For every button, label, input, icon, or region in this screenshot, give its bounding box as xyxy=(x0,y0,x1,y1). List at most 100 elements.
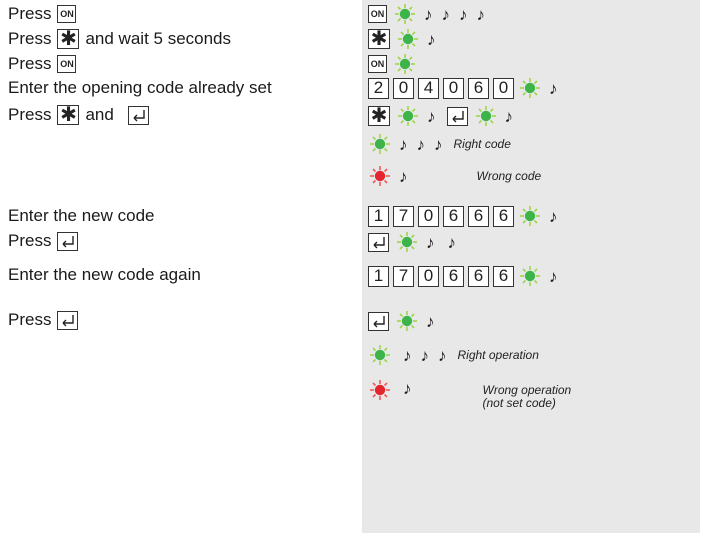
beep-note-icon: ♪ xyxy=(426,232,435,252)
enter-key xyxy=(368,232,389,252)
beep-note-icon: ♪ xyxy=(441,4,451,24)
wrong-operation-line2: (not set code) xyxy=(482,396,556,410)
green-led-icon xyxy=(398,106,418,126)
on-key: ON xyxy=(368,5,387,23)
step-text: Press xyxy=(8,29,52,48)
right-code-label: Right code xyxy=(453,136,511,151)
panel-row-5: ✱ ♪ ♪ xyxy=(368,103,520,129)
enter-icon xyxy=(451,109,464,123)
beep-note-icon: ♪ xyxy=(459,4,468,24)
beep-note-icon: ♪ xyxy=(438,345,447,365)
beep-note-icon: ♪ xyxy=(399,166,408,186)
red-led-icon xyxy=(370,166,390,186)
star-key: ✱ xyxy=(57,105,80,125)
green-led-icon xyxy=(397,311,417,331)
enter-icon xyxy=(62,313,75,327)
beep-note-icon: ♪ xyxy=(434,134,443,154)
panel-row-right-code: ♪ ♪ ♪ Right code xyxy=(368,131,511,157)
beep-note-icon: ♪ xyxy=(403,379,412,398)
step-text: Press xyxy=(8,4,52,23)
beep-note-icon: ♪ xyxy=(427,106,436,126)
step-5: Press ✱ and xyxy=(8,104,155,126)
step-3: Press ON xyxy=(8,53,82,75)
step-text: Press xyxy=(8,105,52,124)
panel-row-11: ♪ xyxy=(368,308,442,334)
step-text: Enter the new code xyxy=(8,206,155,225)
step-2: Press ✱ and wait 5 seconds xyxy=(8,28,231,50)
step-text: and wait 5 seconds xyxy=(85,29,232,48)
on-key: ON xyxy=(57,5,77,23)
step-7: Press xyxy=(8,230,84,252)
digit-key: 4 xyxy=(418,77,439,99)
beep-note-icon: ♪ xyxy=(427,29,436,49)
panel-row-wrong-operation: ♪ Wrong operation (not set code) xyxy=(368,380,571,416)
enter-key xyxy=(57,310,79,330)
wrong-operation-label: Wrong operation (not set code) xyxy=(483,380,572,410)
wrong-code-label: Wrong code xyxy=(476,168,542,183)
green-led-icon xyxy=(398,29,418,49)
star-key: ✱ xyxy=(57,29,80,49)
panel-row-wrong-code: ♪ Wrong code xyxy=(368,163,541,189)
enter-key xyxy=(127,105,149,125)
beep-note-icon: ♪ xyxy=(504,106,514,126)
step-text: Press xyxy=(8,310,52,329)
green-led-icon xyxy=(395,4,415,24)
beep-note-icon: ♪ xyxy=(403,345,412,365)
green-led-icon xyxy=(520,206,540,226)
beep-note-icon: ♪ xyxy=(549,78,558,98)
digit-key: 0 xyxy=(393,77,414,99)
step-text: and xyxy=(85,105,114,124)
digit-key: 6 xyxy=(443,205,464,227)
panel-row-right-operation: ♪ ♪ ♪ Right operation xyxy=(368,342,539,368)
green-led-icon xyxy=(370,134,390,154)
digit-key: 7 xyxy=(393,205,414,227)
enter-key xyxy=(446,106,468,126)
panel-row-2: ✱ ♪ xyxy=(368,26,443,52)
green-led-icon xyxy=(520,78,540,98)
green-led-icon xyxy=(397,232,417,252)
beep-note-icon: ♪ xyxy=(549,206,558,226)
step-text: Enter the new code again xyxy=(8,265,201,284)
on-key: ON xyxy=(368,55,387,73)
step-9: Press xyxy=(8,309,84,331)
step-text: Press xyxy=(8,54,52,73)
beep-note-icon: ♪ xyxy=(420,345,430,365)
green-led-icon xyxy=(475,106,496,126)
panel-row-4: 2 0 4 0 6 0 ♪ xyxy=(368,75,565,101)
digit-key: 0 xyxy=(443,77,464,99)
panel-row-9: ♪ ♪ xyxy=(368,229,463,255)
panel-row-3: ON xyxy=(368,51,422,77)
step-8: Enter the new code again xyxy=(8,264,201,286)
beep-note-icon: ♪ xyxy=(549,266,558,286)
enter-icon xyxy=(133,108,145,122)
beep-note-icon: ♪ xyxy=(399,134,408,154)
digit-key: 6 xyxy=(468,77,489,99)
beep-note-icon: ♪ xyxy=(447,232,457,252)
digit-key: 0 xyxy=(418,265,439,287)
right-operation-label: Right operation xyxy=(457,347,539,362)
enter-icon xyxy=(373,235,385,249)
beep-note-icon: ♪ xyxy=(476,4,486,24)
digit-key: 6 xyxy=(443,265,464,287)
green-led-icon xyxy=(395,54,415,74)
digit-key: 6 xyxy=(493,205,514,227)
digit-key: 0 xyxy=(493,77,514,99)
digit-key: 7 xyxy=(393,265,414,287)
enter-key xyxy=(368,311,389,331)
step-1: Press ON xyxy=(8,3,82,25)
star-key: ✱ xyxy=(368,29,390,49)
digit-key: 6 xyxy=(468,205,489,227)
enter-icon xyxy=(62,234,75,248)
step-6: Enter the new code xyxy=(8,205,154,227)
panel-row-1: ON ♪ ♪ ♪ ♪ xyxy=(368,1,492,27)
enter-icon xyxy=(373,314,385,328)
digit-key: 6 xyxy=(493,265,514,287)
on-key: ON xyxy=(57,55,77,73)
green-led-icon xyxy=(370,345,390,365)
digit-key: 1 xyxy=(368,265,389,287)
digit-key: 0 xyxy=(418,205,439,227)
enter-key xyxy=(57,231,79,251)
green-led-icon xyxy=(520,266,540,286)
beep-note-icon: ♪ xyxy=(426,311,435,331)
beep-note-icon: ♪ xyxy=(416,134,426,154)
